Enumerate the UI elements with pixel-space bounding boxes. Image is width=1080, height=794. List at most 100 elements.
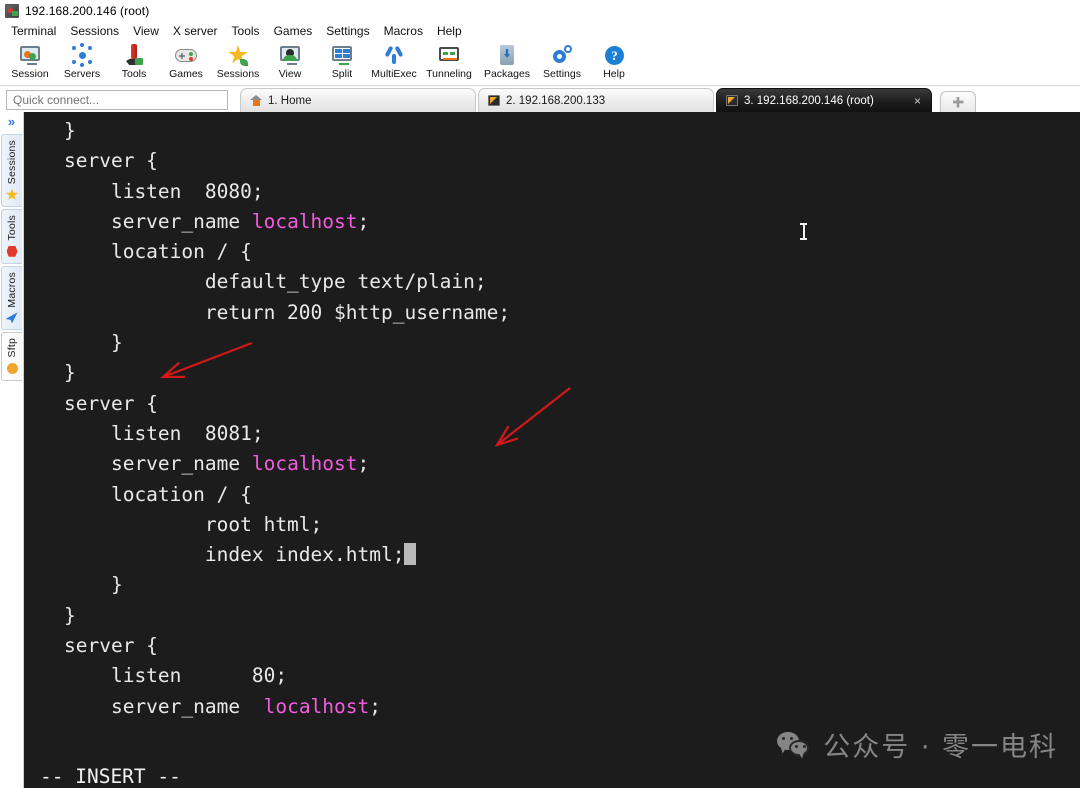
toolbar-label: Packages (483, 68, 531, 80)
multiexec-fork-icon (382, 43, 406, 67)
toolbar-label: Tunneling (426, 68, 472, 80)
macros-icon (5, 311, 19, 324)
toolbar-button-settings[interactable]: Settings (536, 41, 588, 80)
toolbar-button-view[interactable]: View (264, 41, 316, 80)
terminal-line: return 200 $http_username; (64, 300, 511, 324)
new-tab-button[interactable] (940, 91, 976, 112)
window-bottom-edge (0, 788, 1080, 794)
terminal-pane[interactable]: } server { listen 8080; server_name local… (24, 112, 1080, 794)
toolbar-button-sessions[interactable]: Sessions (212, 41, 264, 80)
terminal-line: } (64, 119, 76, 142)
help-question-icon: ? (602, 43, 626, 67)
split-panes-icon (330, 43, 354, 67)
terminal-line: default_type text/plain; (64, 270, 487, 294)
watermark-text: 公众号 · 零一电科 (823, 732, 1058, 763)
tab-session-133[interactable]: 2. 192.168.200.133 (478, 88, 714, 112)
terminal-line: server_name localhost; (64, 209, 370, 233)
left-sidebar: » Sessions Tools Macros Sftp (0, 112, 24, 794)
window-title: 192.168.200.146 (root) (25, 3, 150, 18)
sidebar-item-label: Tools (6, 215, 18, 241)
vim-status-line: -- INSERT -- (40, 765, 181, 788)
toolbar-label: Session (11, 68, 49, 80)
terminal-line: } (64, 603, 76, 627)
toolbar-button-help[interactable]: ? Help (588, 41, 640, 80)
games-gamepad-icon (174, 43, 198, 67)
tab-label: 2. 192.168.200.133 (506, 94, 606, 107)
menu-sessions[interactable]: Sessions (63, 23, 126, 39)
terminal-line: listen 8080; (64, 179, 264, 203)
terminal-line: } (64, 331, 123, 355)
star-icon (5, 188, 19, 201)
toolbar-label: Settings (543, 68, 581, 80)
terminal-line: } (64, 361, 76, 385)
menu-macros[interactable]: Macros (377, 23, 430, 39)
tunneling-monitor-icon (437, 43, 461, 67)
tab-strip: 1. Home 2. 192.168.200.133 3. 192.168.20… (240, 86, 1080, 112)
expand-sidebar-button[interactable]: » (8, 115, 15, 128)
menu-terminal[interactable]: Terminal (4, 23, 63, 39)
terminal-line: server { (64, 149, 158, 173)
toolbar-button-tunneling[interactable]: Tunneling (420, 41, 478, 80)
terminal-cursor (404, 543, 417, 566)
watermark: 公众号 · 零一电科 (777, 725, 1058, 764)
terminal-line: listen 8081; (64, 421, 264, 445)
menu-x-server[interactable]: X server (166, 23, 225, 39)
toolbar-button-multiexec[interactable]: MultiExec (368, 41, 420, 80)
toolbar-button-servers[interactable]: Servers (56, 41, 108, 80)
toolbar-button-games[interactable]: Games (160, 41, 212, 80)
tab-session-146-root[interactable]: 3. 192.168.200.146 (root) × (716, 88, 932, 112)
toolbar-label: Games (169, 68, 203, 80)
settings-gear-icon (550, 43, 574, 67)
sftp-icon (6, 362, 19, 375)
menu-settings[interactable]: Settings (319, 23, 376, 39)
terminal-line: } (64, 573, 123, 597)
sidebar-item-tools[interactable]: Tools (1, 209, 22, 264)
toolbar-label: Tools (121, 68, 147, 80)
sidebar-item-label: Sftp (6, 338, 18, 358)
terminal-line: location / { (64, 240, 252, 264)
toolbar-label: Sessions (216, 68, 260, 80)
terminal-line: server { (64, 634, 158, 658)
terminal-icon (726, 94, 739, 107)
menu-tools[interactable]: Tools (225, 23, 267, 39)
menu-view[interactable]: View (126, 23, 166, 39)
view-user-monitor-icon (278, 43, 302, 67)
tab-label: 1. Home (268, 94, 312, 107)
tab-home[interactable]: 1. Home (240, 88, 476, 112)
mouse-text-cursor (800, 223, 807, 240)
toolbar-button-session[interactable]: Session (4, 41, 56, 80)
tools-icon (6, 245, 19, 258)
terminal-line: listen 80; (64, 664, 288, 688)
toolbar-button-split[interactable]: Split (316, 41, 368, 80)
sessions-star-icon (226, 43, 250, 67)
plus-icon (952, 96, 964, 108)
quick-connect-input[interactable] (6, 89, 228, 110)
toolbar-label: Servers (63, 68, 101, 80)
toolbar-label: Help (603, 68, 625, 80)
toolbar-button-tools[interactable]: Tools (108, 41, 160, 80)
home-icon (250, 94, 263, 107)
sidebar-item-label: Sessions (6, 140, 18, 185)
tab-label: 3. 192.168.200.146 (root) (744, 94, 874, 107)
menu-bar: Terminal Sessions View X server Tools Ga… (0, 21, 1080, 41)
toolbar: Session Servers Tools Games Sessions Vie… (0, 41, 1080, 86)
terminal-line: index index.html; (24, 540, 1080, 570)
mobaxterm-window: 192.168.200.146 (root) Terminal Sessions… (0, 0, 1080, 794)
sidebar-item-sessions[interactable]: Sessions (1, 134, 22, 208)
toolbar-label: View (278, 68, 302, 80)
tools-screwdriver-icon (122, 43, 146, 67)
menu-help[interactable]: Help (430, 23, 469, 39)
title-bar: 192.168.200.146 (root) (0, 0, 1080, 21)
terminal-line: location / { (64, 482, 252, 506)
sidebar-item-sftp[interactable]: Sftp (1, 332, 22, 381)
close-icon[interactable]: × (906, 94, 921, 108)
terminal-line: server_name localhost; (64, 452, 370, 476)
toolbar-button-packages[interactable]: Packages (478, 41, 536, 80)
menu-games[interactable]: Games (267, 23, 320, 39)
terminal-icon (488, 94, 501, 107)
app-icon (5, 3, 19, 18)
terminal-line: root html; (64, 512, 323, 536)
terminal-line: server_name localhost; (64, 694, 382, 718)
sidebar-item-macros[interactable]: Macros (1, 265, 22, 331)
servers-network-icon (70, 43, 94, 67)
